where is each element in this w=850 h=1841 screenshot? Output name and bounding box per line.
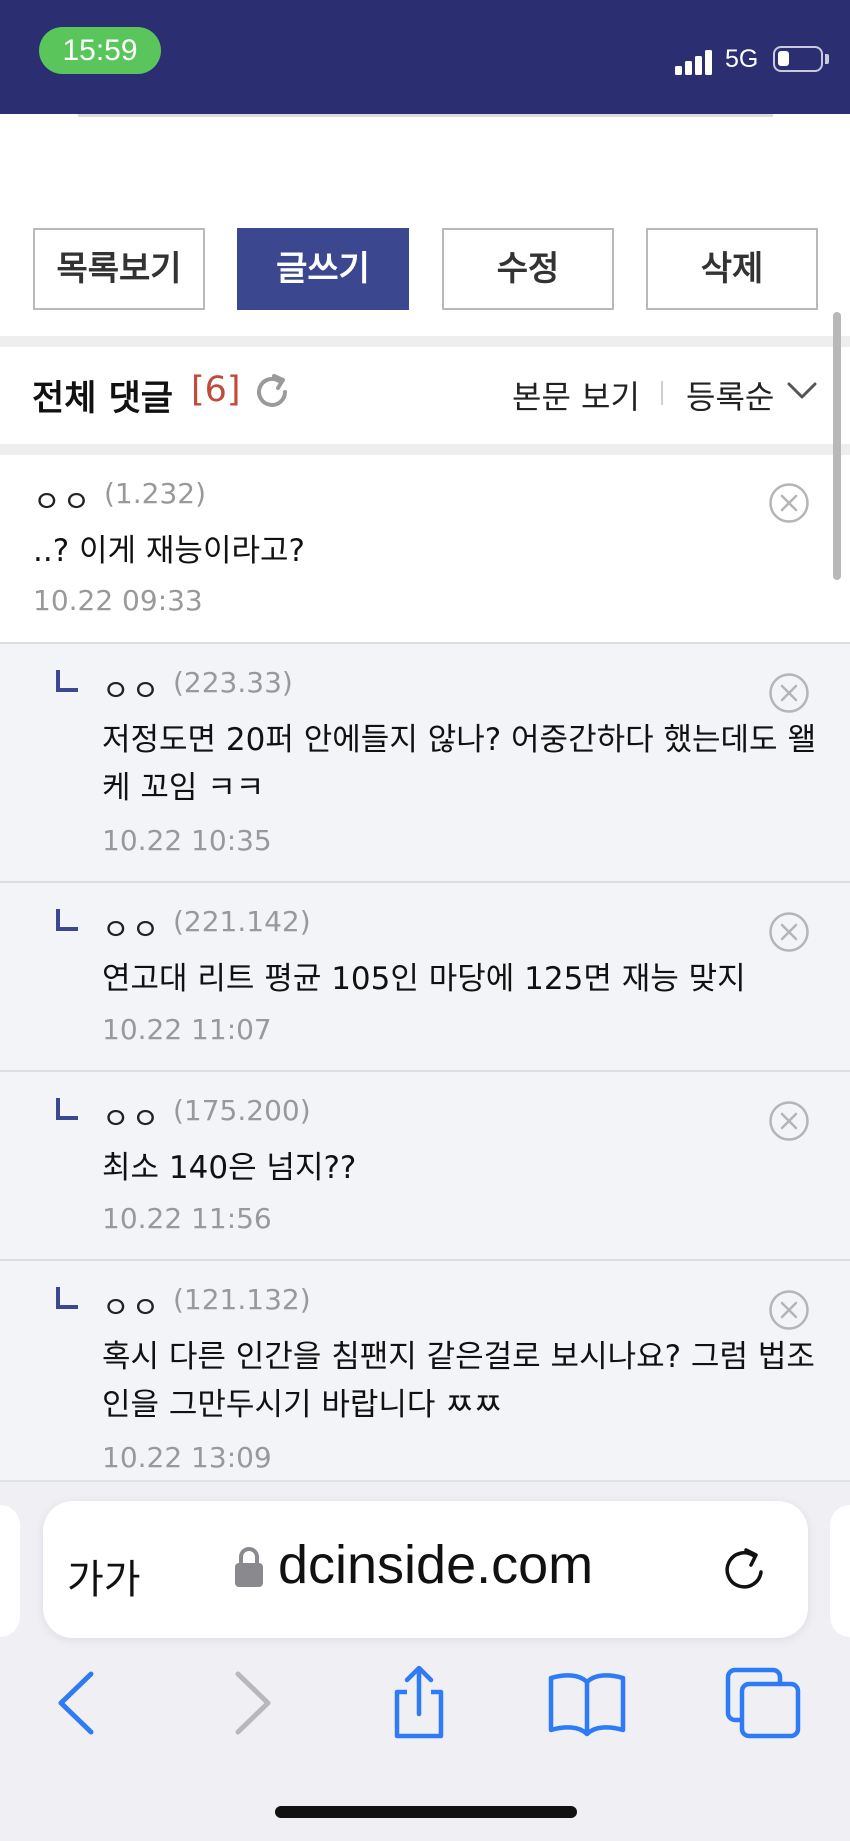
reply-item: ㅇㅇ (121.132) 혹시 다른 인간을 침팬지 같은걸로 보시나요? 그럼… — [0, 1261, 850, 1482]
chevron-down-icon[interactable] — [786, 378, 818, 404]
bookmarks-icon[interactable] — [547, 1666, 627, 1740]
comment-author[interactable]: ㅇㅇ — [102, 1094, 161, 1138]
comment-ip: (223.33) — [173, 666, 293, 699]
url-text[interactable]: dcinside.com — [278, 1534, 593, 1596]
cellular-signal-icon — [675, 47, 715, 75]
comment-ip: (1.232) — [104, 477, 207, 510]
comment-date: 10.22 10:35 — [102, 824, 272, 857]
section-divider — [0, 336, 850, 347]
reply-indicator-icon — [56, 909, 78, 931]
forward-arrow-icon[interactable] — [213, 1666, 293, 1740]
share-icon[interactable] — [379, 1666, 459, 1740]
comment-text: ..? 이게 재능이라고? — [33, 533, 305, 569]
comments-count: [6] — [191, 370, 241, 410]
section-divider — [0, 444, 850, 455]
status-time: 15:59 — [39, 27, 161, 74]
comment-author[interactable]: ㅇㅇ — [102, 905, 161, 949]
edit-button[interactable]: 수정 — [442, 228, 614, 310]
divider — [78, 114, 773, 117]
next-tab-peek[interactable] — [830, 1505, 850, 1637]
battery-icon — [773, 46, 823, 72]
comment-author[interactable]: ㅇㅇ — [102, 666, 161, 710]
reload-icon[interactable] — [718, 1543, 772, 1597]
view-body-link[interactable]: 본문 보기 — [512, 372, 640, 418]
reply-item: ㅇㅇ (223.33) 저정도면 20퍼 안에들지 않나? 어중간하다 했는데도… — [0, 644, 850, 883]
comment-author[interactable]: ㅇㅇ — [33, 477, 92, 521]
comment-date: 10.22 11:56 — [102, 1202, 272, 1235]
lock-icon — [235, 1547, 263, 1587]
comment-text: 혹시 다른 인간을 침팬지 같은걸로 보시나요? 그럼 법조인을 그만두시기 바… — [102, 1339, 815, 1423]
list-view-button[interactable]: 목록보기 — [33, 228, 205, 310]
comment-ip: (121.132) — [173, 1283, 311, 1316]
comment-ip: (175.200) — [173, 1094, 311, 1127]
comment-text: 최소 140은 넘지?? — [102, 1150, 357, 1186]
network-type: 5G — [725, 45, 759, 73]
reply-indicator-icon — [56, 1098, 78, 1120]
delete-comment-icon[interactable] — [768, 1100, 810, 1142]
sort-dropdown[interactable]: 등록순 — [686, 372, 774, 418]
comment-text: 저정도면 20퍼 안에들지 않나? 어중간하다 했는데도 왤케 꼬임 ㅋㅋ — [102, 722, 816, 806]
comment-author[interactable]: ㅇㅇ — [102, 1283, 161, 1327]
separator — [661, 381, 663, 405]
delete-comment-icon[interactable] — [768, 911, 810, 953]
refresh-icon[interactable] — [252, 372, 292, 412]
delete-comment-icon[interactable] — [768, 1289, 810, 1331]
home-indicator[interactable] — [275, 1806, 577, 1818]
reply-item: ㅇㅇ (175.200) 최소 140은 넘지?? 10.22 11:56 — [0, 1072, 850, 1261]
delete-comment-icon[interactable] — [768, 672, 810, 714]
tabs-icon[interactable] — [724, 1666, 804, 1740]
comment-text: 연고대 리트 평균 105인 마당에 125면 재능 맞지 — [102, 961, 746, 997]
comment-date: 10.22 09:33 — [33, 584, 203, 617]
back-arrow-icon[interactable] — [36, 1666, 116, 1740]
text-size-button[interactable]: 가가 — [67, 1547, 141, 1605]
reply-indicator-icon — [56, 670, 78, 692]
delete-comment-icon[interactable] — [768, 482, 810, 524]
write-button[interactable]: 글쓰기 — [237, 228, 409, 310]
reply-indicator-icon — [56, 1287, 78, 1309]
previous-tab-peek[interactable] — [0, 1505, 20, 1637]
status-bar: 15:59 5G — [0, 0, 850, 114]
scrollbar[interactable] — [833, 312, 841, 580]
comment-date: 10.22 11:07 — [102, 1013, 272, 1046]
comment-date: 10.22 13:09 — [102, 1441, 272, 1474]
reply-item: ㅇㅇ (221.142) 연고대 리트 평균 105인 마당에 125면 재능 … — [0, 883, 850, 1072]
comment-ip: (221.142) — [173, 905, 311, 938]
comments-title: 전체 댓글 — [32, 379, 173, 419]
delete-button[interactable]: 삭제 — [646, 228, 818, 310]
comment-item: ㅇㅇ (1.232) ..? 이게 재능이라고? 10.22 09:33 — [0, 455, 850, 644]
